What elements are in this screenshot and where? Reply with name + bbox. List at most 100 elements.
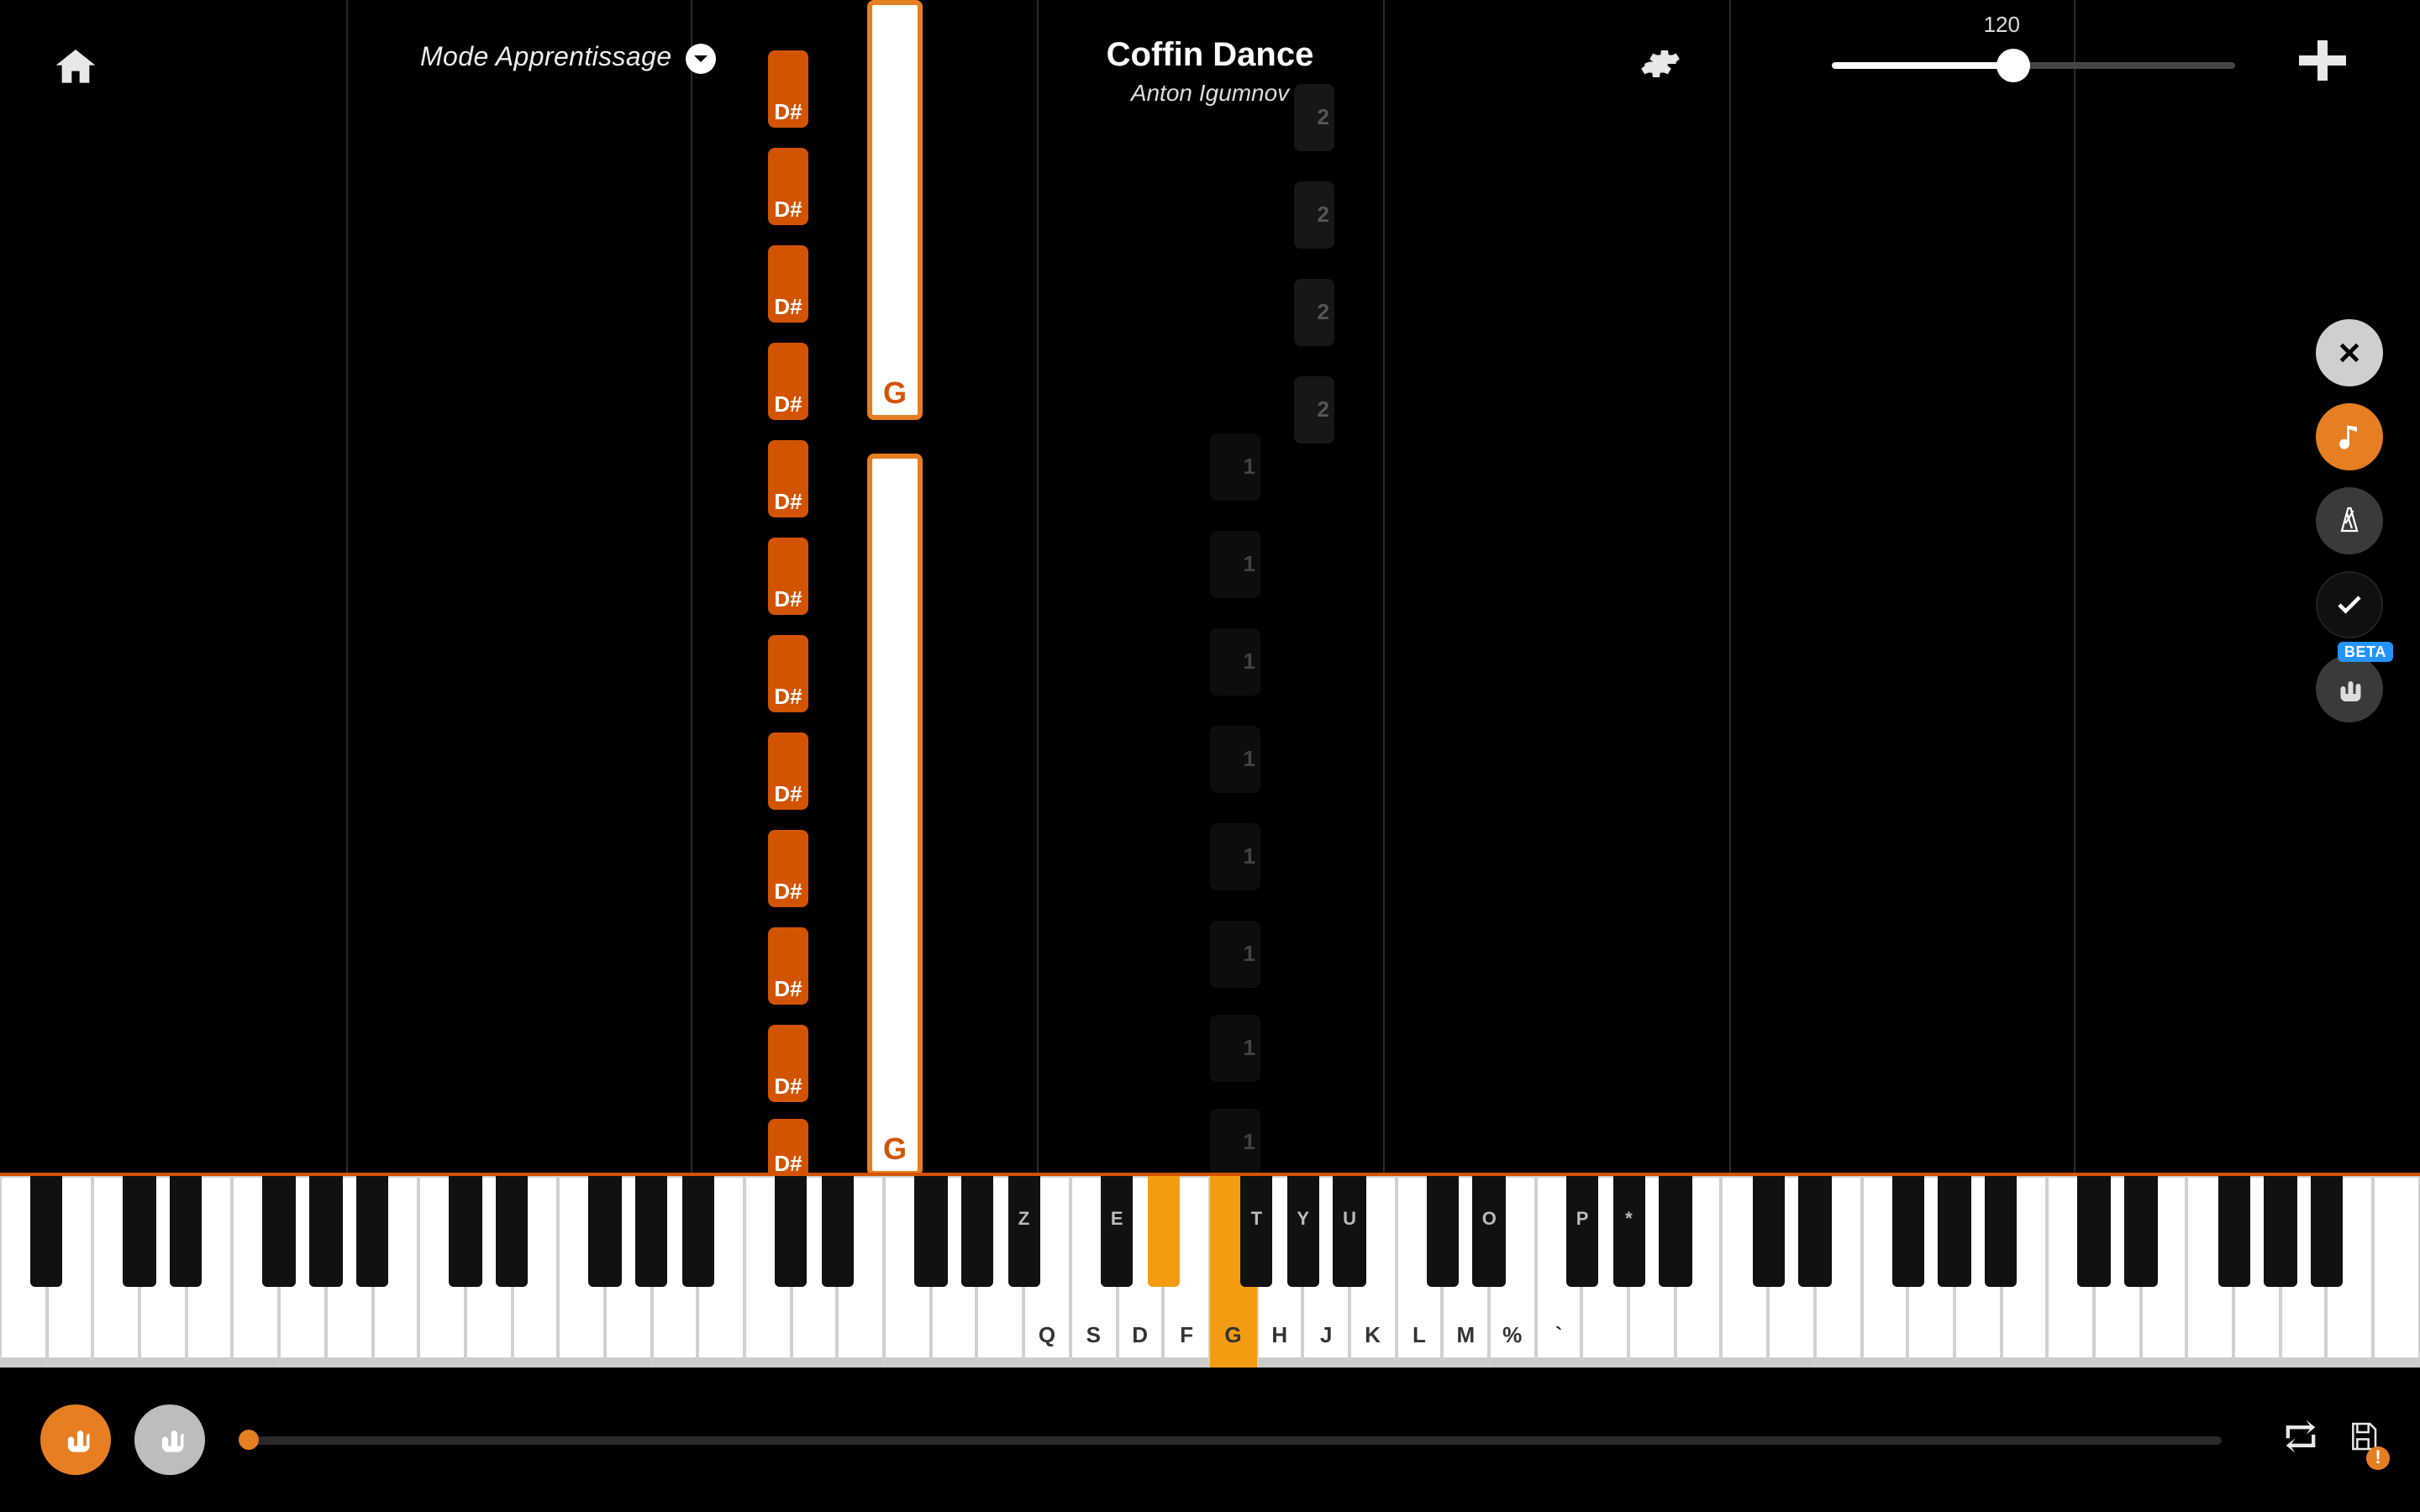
chevron-down-icon: [686, 44, 716, 74]
falling-note-faded: 2: [1294, 279, 1334, 346]
black-key[interactable]: *: [1612, 1176, 1645, 1287]
white-key-label: D: [1118, 1322, 1161, 1347]
black-key[interactable]: Z: [1007, 1176, 1040, 1287]
white-key-label: S: [1072, 1322, 1115, 1347]
black-key[interactable]: [124, 1176, 156, 1287]
black-key[interactable]: [1891, 1176, 1924, 1287]
black-key[interactable]: [30, 1176, 63, 1287]
falling-note-faded: 1: [1210, 628, 1260, 696]
home-icon[interactable]: [50, 44, 101, 91]
falling-note-dsharp: D#: [768, 1119, 808, 1176]
mode-selector[interactable]: Mode Apprentissage: [420, 44, 716, 74]
black-key[interactable]: [961, 1176, 994, 1287]
left-hand-button[interactable]: [40, 1404, 111, 1475]
falling-note-faded: 1: [1210, 823, 1260, 890]
white-key-label: J: [1305, 1322, 1348, 1347]
falling-note-faded: 1: [1210, 531, 1260, 598]
black-key[interactable]: [589, 1176, 622, 1287]
black-key[interactable]: [1147, 1176, 1180, 1287]
song-artist: Anton Igumnov: [1107, 79, 1314, 106]
falling-note-dsharp: D#: [768, 148, 808, 225]
black-key[interactable]: [2124, 1176, 2157, 1287]
black-key[interactable]: [2078, 1176, 2111, 1287]
black-key[interactable]: T: [1240, 1176, 1273, 1287]
white-key-label: Q: [1025, 1322, 1068, 1347]
black-key[interactable]: E: [1101, 1176, 1134, 1287]
black-key[interactable]: [170, 1176, 203, 1287]
black-key[interactable]: [635, 1176, 668, 1287]
falling-note-dsharp: D#: [768, 1025, 808, 1102]
black-key[interactable]: [1426, 1176, 1459, 1287]
black-key[interactable]: [309, 1176, 342, 1287]
black-key[interactable]: [449, 1176, 481, 1287]
octave-divider: [345, 0, 347, 1176]
bottom-bar: !: [0, 1368, 2420, 1512]
black-key[interactable]: [1752, 1176, 1785, 1287]
black-key[interactable]: [1799, 1176, 1832, 1287]
confirm-button[interactable]: [2316, 571, 2383, 638]
black-key[interactable]: O: [1473, 1176, 1506, 1287]
white-key-label: M: [1444, 1322, 1487, 1347]
gear-icon: [1640, 44, 1681, 84]
progress-bar[interactable]: [245, 1436, 2222, 1444]
falling-note-faded: 1: [1210, 726, 1260, 793]
fullscreen-toggle[interactable]: [2299, 40, 2346, 81]
piano-keyboard: QSDFGHJKLM%` ZETYUOP*: [0, 1176, 2420, 1368]
right-hand-button[interactable]: [134, 1404, 205, 1475]
black-key[interactable]: [681, 1176, 714, 1287]
white-key-label: %: [1491, 1322, 1534, 1347]
metronome-button[interactable]: [2316, 487, 2383, 554]
black-key[interactable]: [1939, 1176, 1971, 1287]
hands-button[interactable]: BETA: [2316, 655, 2383, 722]
black-key[interactable]: [821, 1176, 854, 1287]
black-key[interactable]: [914, 1176, 947, 1287]
black-key[interactable]: [356, 1176, 389, 1287]
white-key-label: K: [1351, 1322, 1394, 1347]
falling-note-dsharp: D#: [768, 927, 808, 1005]
hand-left-icon: [57, 1421, 94, 1458]
loop-button[interactable]: [2279, 1417, 2323, 1462]
eighth-note-icon: [2334, 422, 2365, 452]
tempo-value: 120: [1984, 12, 2020, 37]
metronome-icon: [2334, 506, 2365, 536]
black-key[interactable]: [496, 1176, 529, 1287]
falling-note-faded: 1: [1210, 1109, 1260, 1176]
beta-badge: BETA: [2338, 642, 2393, 662]
octave-divider: [1728, 0, 1730, 1176]
falling-note-faded: 2: [1294, 376, 1334, 444]
white-key-label: F: [1165, 1322, 1207, 1347]
falling-note-dsharp: D#: [768, 732, 808, 810]
black-key[interactable]: [1659, 1176, 1691, 1287]
tempo-thumb[interactable]: [1996, 49, 2030, 82]
black-key[interactable]: P: [1566, 1176, 1599, 1287]
falling-note-dsharp: D#: [768, 635, 808, 712]
hands-icon: [2334, 674, 2365, 704]
hand-right-icon: [151, 1421, 188, 1458]
white-key[interactable]: [2373, 1176, 2419, 1368]
white-key-label: G: [1212, 1322, 1255, 1347]
song-title: Coffin Dance: [1107, 37, 1314, 76]
settings-button[interactable]: [1640, 44, 1681, 92]
black-key[interactable]: [2264, 1176, 2296, 1287]
note-labels-button[interactable]: [2316, 403, 2383, 470]
white-key-label: L: [1397, 1322, 1440, 1347]
app-root: D#D#D#D#D#D#D#D#D#D#D#D#GG222211111111 M…: [0, 0, 2420, 1512]
falling-note-dsharp: D#: [768, 343, 808, 420]
black-key[interactable]: [2311, 1176, 2344, 1287]
black-key[interactable]: [775, 1176, 808, 1287]
falling-note-faded: 1: [1210, 433, 1260, 501]
falling-note-faded: 2: [1294, 181, 1334, 249]
close-button[interactable]: [2316, 319, 2383, 386]
mode-label: Mode Apprentissage: [420, 44, 672, 74]
tempo-track: [1832, 62, 2235, 69]
black-key[interactable]: [263, 1176, 296, 1287]
black-key[interactable]: [2217, 1176, 2250, 1287]
save-button[interactable]: !: [2346, 1417, 2380, 1462]
black-key[interactable]: Y: [1286, 1176, 1319, 1287]
black-key[interactable]: U: [1334, 1176, 1366, 1287]
progress-thumb[interactable]: [239, 1430, 259, 1450]
falling-note-faded: 1: [1210, 1015, 1260, 1082]
falling-note-dsharp: D#: [768, 440, 808, 517]
black-key[interactable]: [1985, 1176, 2018, 1287]
song-meta: Coffin Dance Anton Igumnov: [1107, 37, 1314, 106]
